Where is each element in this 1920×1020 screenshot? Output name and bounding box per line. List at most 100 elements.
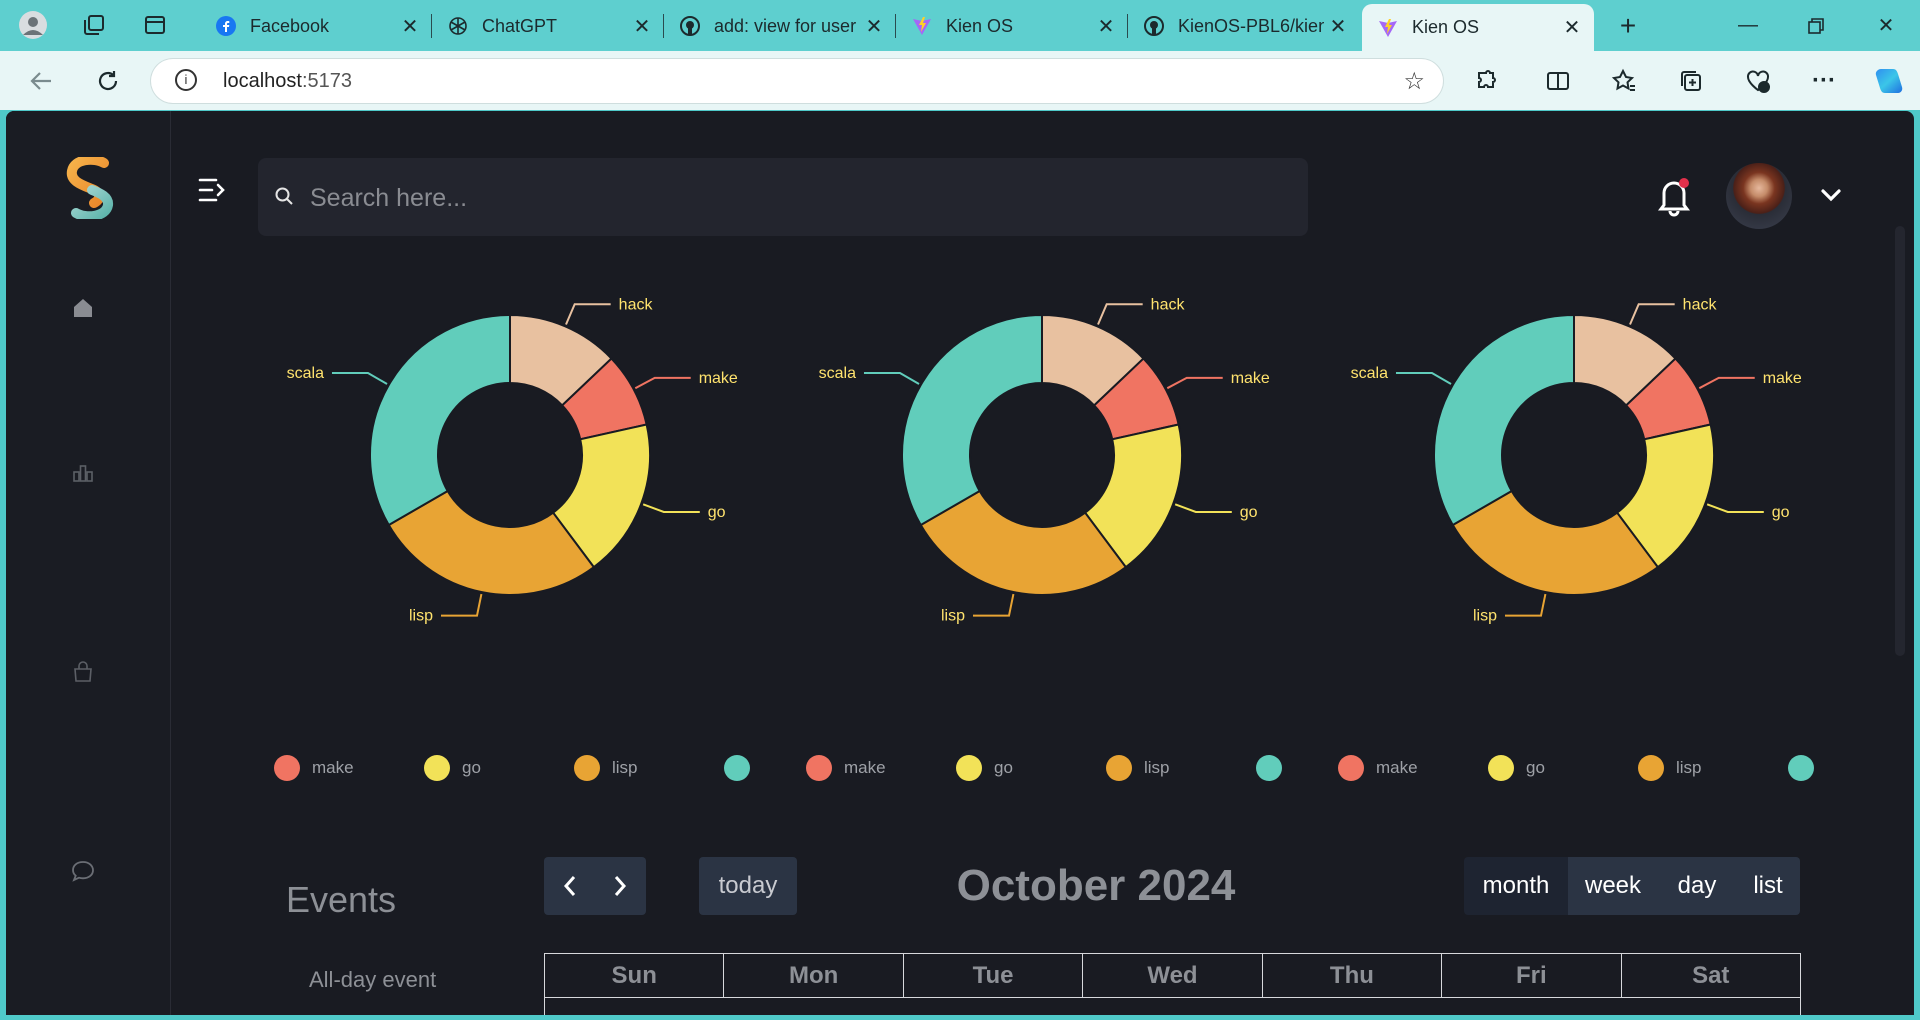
legend-item[interactable] (724, 755, 762, 781)
github-icon (1144, 16, 1164, 36)
legend-item[interactable]: make (806, 755, 886, 781)
donut-slice-scala[interactable] (1433, 313, 1575, 527)
close-tab-icon[interactable]: ✕ (396, 14, 424, 39)
chatgpt-icon (448, 16, 468, 36)
slice-label-scala: scala (1351, 365, 1388, 382)
legend-label: make (1376, 758, 1418, 777)
today-button[interactable]: today (699, 857, 797, 915)
donut-charts: hack make go lisp scala hack make go lisp scala ha… (287, 296, 1802, 625)
tab-github-view[interactable]: add: view for user ✕ (664, 4, 896, 48)
more-options-icon[interactable]: ··· (1806, 63, 1842, 99)
next-month-button[interactable] (595, 874, 645, 898)
app-window: hack make go lisp scala hack make go lisp scala ha… (6, 111, 1914, 1015)
view-month-button[interactable]: month (1464, 857, 1568, 915)
prev-month-button[interactable] (545, 874, 595, 898)
legend-item[interactable]: make (1338, 755, 1418, 781)
legend-dot (724, 755, 750, 781)
legend-item[interactable] (1788, 755, 1826, 781)
legend-item[interactable] (1256, 755, 1294, 781)
legend-label: make (312, 758, 354, 777)
close-window-icon[interactable]: ✕ (1856, 0, 1916, 51)
favorites-icon[interactable] (1606, 63, 1642, 99)
vite-icon (912, 16, 932, 36)
view-week-button[interactable]: week (1568, 857, 1658, 915)
slice-label-hack: hack (1683, 296, 1718, 313)
slice-label-go: go (1772, 504, 1790, 521)
leader-line-scala (331, 372, 388, 385)
close-tab-icon[interactable]: ✕ (1324, 14, 1352, 39)
view-day-button[interactable]: day (1658, 857, 1736, 915)
new-tab-icon[interactable]: + (1598, 0, 1658, 51)
donut-slice-scala[interactable] (369, 313, 511, 527)
legend-dot (1338, 755, 1364, 781)
close-tab-icon[interactable]: ✕ (1092, 14, 1120, 39)
extensions-icon[interactable] (1469, 63, 1505, 99)
day-header: Sat (1621, 954, 1800, 998)
minimize-icon[interactable]: — (1718, 0, 1778, 51)
view-list-button[interactable]: list (1736, 857, 1800, 915)
tab-chatgpt[interactable]: ChatGPT ✕ (432, 4, 664, 48)
legend-item[interactable]: go (424, 755, 481, 781)
url-port: :5173 (301, 70, 352, 92)
legend-dot (424, 755, 450, 781)
scrollbar[interactable] (1895, 226, 1905, 656)
legend-dot (274, 755, 300, 781)
slice-label-scala: scala (819, 365, 856, 382)
legend-item[interactable]: lisp (1638, 755, 1702, 781)
legend-dot (1256, 755, 1282, 781)
legend-dot (574, 755, 600, 781)
legend-label: lisp (1676, 758, 1702, 777)
slice-label-make: make (1763, 370, 1802, 387)
tab-title: KienOS-PBL6/kien (1178, 15, 1324, 36)
calendar-title: October 2024 (956, 861, 1236, 910)
all-day-event-item[interactable]: All-day event (309, 967, 436, 993)
slice-label-make: make (699, 370, 738, 387)
restore-icon[interactable] (1786, 0, 1846, 51)
legend-dot (956, 755, 982, 781)
leader-line-make (634, 376, 691, 390)
profile-icon[interactable] (17, 9, 49, 41)
day-header: Fri (1442, 954, 1622, 998)
split-screen-icon[interactable] (1540, 63, 1576, 99)
donut-slice-scala[interactable] (901, 313, 1043, 527)
tab-title: Facebook (250, 15, 330, 36)
copilot-icon[interactable] (1870, 63, 1906, 99)
tab-kien-os-active[interactable]: Kien OS ✕ (1362, 4, 1594, 51)
tab-github-repo[interactable]: KienOS-PBL6/kien ✕ (1128, 4, 1360, 48)
refresh-icon[interactable] (90, 63, 126, 99)
address-bar[interactable]: i localhost:5173 ☆ (151, 59, 1443, 103)
browser-essentials-icon[interactable] (1740, 63, 1776, 99)
legend-dot (1638, 755, 1664, 781)
tab-kien-os[interactable]: Kien OS ✕ (896, 4, 1128, 48)
close-tab-icon[interactable]: ✕ (1558, 15, 1586, 40)
day-header: Thu (1262, 954, 1443, 998)
tab-facebook[interactable]: Facebook ✕ (200, 4, 432, 48)
legend-label: go (462, 758, 481, 777)
favorite-star-icon[interactable]: ☆ (1403, 67, 1425, 96)
leader-line-go (642, 503, 700, 513)
calendar-grid: Sun Mon Tue Wed Thu Fri Sat (544, 953, 1801, 1015)
site-info-icon[interactable]: i (175, 69, 197, 91)
back-icon[interactable] (24, 63, 60, 99)
collections-icon[interactable] (1673, 63, 1709, 99)
close-tab-icon[interactable]: ✕ (860, 14, 888, 39)
leader-line-go (1706, 503, 1764, 513)
tab-actions-icon[interactable] (139, 9, 171, 41)
workspaces-icon[interactable] (78, 9, 110, 41)
legend-label: go (1526, 758, 1545, 777)
legend-item[interactable]: lisp (574, 755, 638, 781)
calendar-nav-group (544, 857, 646, 915)
slice-label-go: go (1240, 504, 1258, 521)
tab-title: ChatGPT (482, 15, 558, 36)
leader-line-make (1166, 376, 1223, 390)
legend-item[interactable]: go (956, 755, 1013, 781)
legend-item[interactable]: lisp (1106, 755, 1170, 781)
day-header: Wed (1083, 954, 1263, 998)
chat-icon[interactable] (68, 856, 98, 886)
legend-dot (806, 755, 832, 781)
legend-item[interactable]: make (274, 755, 354, 781)
slice-label-lisp: lisp (1473, 608, 1497, 625)
legend-item[interactable]: go (1488, 755, 1545, 781)
close-tab-icon[interactable]: ✕ (628, 14, 656, 39)
leader-line-make (1698, 376, 1755, 390)
